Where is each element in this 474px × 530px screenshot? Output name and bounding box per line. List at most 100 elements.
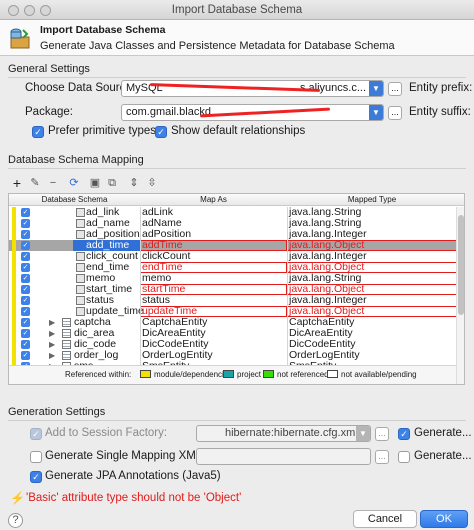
- dialog-header: Import Database Schema Generate Java Cla…: [0, 20, 474, 56]
- row-checkbox[interactable]: ✓: [21, 208, 30, 217]
- row-checkbox[interactable]: ✓: [21, 296, 30, 305]
- warning-icon: ⚡: [10, 491, 25, 505]
- chevron-down-icon: ▼: [369, 81, 383, 96]
- generate-mapping-checkbox[interactable]: [398, 451, 410, 463]
- row-checkbox[interactable]: ✓: [21, 252, 30, 261]
- module-reference-marker: [12, 218, 16, 229]
- window-titlebar: Import Database Schema: [0, 0, 474, 20]
- legend-module: module/dependencies: [154, 370, 233, 379]
- prefer-primitive-checkbox[interactable]: ✓: [32, 126, 44, 138]
- copy-icon[interactable]: ⧉: [105, 176, 119, 190]
- single-mapping-browse-button[interactable]: ...: [375, 450, 389, 464]
- schema-mapping-table[interactable]: Database Schema Map As Mapped Type ✓ ad_l…: [8, 193, 465, 385]
- row-checkbox[interactable]: ✓: [21, 351, 30, 360]
- module-reference-marker: [12, 251, 16, 262]
- session-factory-label: Add to Session Factory:: [45, 427, 168, 439]
- cancel-button[interactable]: Cancel: [353, 510, 417, 528]
- remove-icon[interactable]: −: [46, 176, 60, 190]
- generate-mapping-label: Generate...: [414, 450, 472, 462]
- table-row[interactable]: ✓ status status java.lang.Integer: [9, 295, 456, 306]
- legend-swatch-not-available: [327, 370, 338, 378]
- ok-button[interactable]: OK: [420, 510, 468, 528]
- session-factory-browse-button[interactable]: ...: [375, 427, 389, 441]
- window-title: Import Database Schema: [171, 4, 303, 16]
- package-value: com.gmail.blackd: [126, 106, 211, 118]
- module-reference-marker: [12, 207, 16, 218]
- table-row[interactable]: ✓ memo memo java.lang.String: [9, 273, 456, 284]
- column-header-schema[interactable]: Database Schema: [9, 194, 140, 206]
- row-checkbox[interactable]: ✓: [21, 318, 30, 327]
- entity-prefix-label: Entity prefix:: [409, 82, 473, 94]
- close-window-icon[interactable]: [8, 5, 19, 16]
- package-label: Package:: [25, 106, 73, 118]
- zoom-window-icon[interactable]: [40, 5, 51, 16]
- single-mapping-label: Generate Single Mapping XML:: [45, 450, 206, 462]
- jpa-annotations-checkbox[interactable]: ✓: [30, 471, 42, 483]
- table-row[interactable]: ✓ ad_position adPosition java.lang.Integer: [9, 229, 456, 240]
- legend: Referenced within: module/dependencies p…: [9, 365, 456, 384]
- expand-arrow-icon[interactable]: ▶: [49, 317, 55, 328]
- help-icon[interactable]: ?: [8, 513, 23, 528]
- row-checkbox[interactable]: ✓: [21, 285, 30, 294]
- general-settings-title: General Settings: [8, 63, 90, 75]
- legend-title: Referenced within:: [65, 370, 132, 379]
- expand-arrow-icon[interactable]: ▶: [49, 339, 55, 350]
- table-row[interactable]: ✓ start_time startTime java.lang.Object: [9, 284, 457, 295]
- expand-arrow-icon[interactable]: ▶: [49, 350, 55, 361]
- session-factory-checkbox[interactable]: ✓: [30, 428, 42, 440]
- legend-swatch-not-referenced: [263, 370, 274, 378]
- table-row[interactable]: ✓ click_count clickCount java.lang.Integer: [9, 251, 456, 262]
- prefer-primitive-label: Prefer primitive types: [48, 125, 157, 137]
- single-mapping-checkbox[interactable]: [30, 451, 42, 463]
- module-reference-marker: [12, 317, 16, 328]
- database-import-icon: [10, 28, 30, 49]
- scrollbar-thumb[interactable]: [458, 215, 464, 315]
- module-reference-marker: [12, 295, 16, 306]
- single-mapping-field[interactable]: [196, 448, 371, 465]
- row-checkbox[interactable]: ✓: [21, 263, 30, 272]
- divider: [8, 77, 466, 78]
- row-checkbox[interactable]: ✓: [21, 307, 30, 316]
- save-icon[interactable]: ▣: [88, 176, 102, 190]
- add-icon[interactable]: +: [10, 176, 24, 190]
- package-browse-button[interactable]: ...: [388, 106, 402, 120]
- warning-message: 'Basic' attribute type should not be 'Ob…: [26, 492, 242, 504]
- data-source-label: Choose Data Source:: [25, 82, 135, 94]
- session-factory-select[interactable]: hibernate:hibernate.cfg.xml ▼: [196, 425, 371, 442]
- show-relationships-checkbox[interactable]: ✓: [155, 126, 167, 138]
- generation-settings-title: Generation Settings: [8, 406, 106, 418]
- data-source-browse-button[interactable]: ...: [388, 82, 402, 96]
- row-checkbox[interactable]: ✓: [21, 340, 30, 349]
- divider: [8, 168, 466, 169]
- column-header-map-as[interactable]: Map As: [140, 194, 287, 206]
- entity-suffix-label: Entity suffix:: [409, 106, 471, 118]
- generate-session-checkbox[interactable]: ✓: [398, 428, 410, 440]
- row-checkbox[interactable]: ✓: [21, 219, 30, 228]
- column-header-mapped-type[interactable]: Mapped Type: [287, 194, 457, 206]
- row-checkbox[interactable]: ✓: [21, 274, 30, 283]
- refresh-icon[interactable]: ⟳: [67, 176, 81, 190]
- table-row[interactable]: ✓ ad_link adLink java.lang.String: [9, 207, 456, 218]
- session-factory-value: hibernate:hibernate.cfg.xml: [225, 427, 358, 439]
- module-reference-marker: [12, 339, 16, 350]
- table-header: Database Schema Map As Mapped Type: [9, 194, 464, 206]
- table-scrollbar[interactable]: [456, 207, 464, 384]
- table-row[interactable]: ✓ end_time endTime java.lang.Object: [9, 262, 457, 273]
- module-reference-marker: [12, 273, 16, 284]
- module-reference-marker: [12, 284, 16, 295]
- minimize-window-icon[interactable]: [24, 5, 35, 16]
- table-row[interactable]: ✓ ad_name adName java.lang.String: [9, 218, 456, 229]
- table-row[interactable]: ✓ add_time addTime java.lang.Object: [9, 240, 457, 251]
- dialog-subheading: Generate Java Classes and Persistence Me…: [40, 40, 395, 52]
- edit-icon[interactable]: ✎: [28, 176, 42, 190]
- expand-arrow-icon[interactable]: ▶: [49, 328, 55, 339]
- row-checkbox[interactable]: ✓: [21, 241, 30, 250]
- row-checkbox[interactable]: ✓: [21, 329, 30, 338]
- legend-not-available: not available/pending: [341, 370, 417, 379]
- dialog-heading: Import Database Schema: [40, 24, 166, 36]
- collapse-all-icon[interactable]: ⇳: [145, 176, 159, 190]
- legend-swatch-project: [223, 370, 234, 378]
- expand-all-icon[interactable]: ⇕: [127, 176, 141, 190]
- row-checkbox[interactable]: ✓: [21, 230, 30, 239]
- module-reference-marker: [12, 350, 16, 361]
